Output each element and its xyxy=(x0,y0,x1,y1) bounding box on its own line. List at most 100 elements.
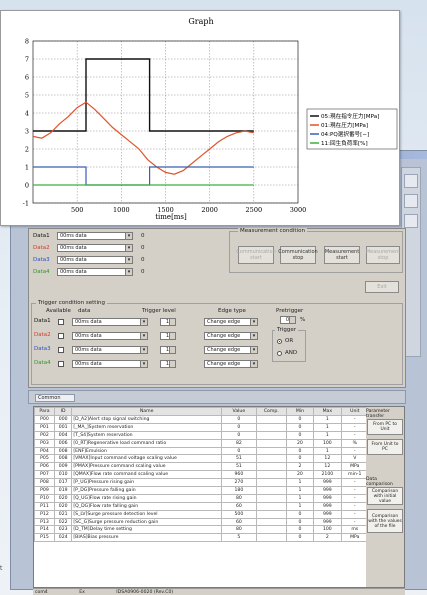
table-row[interactable]: P01 001 [_MA_]System reservation 0 0 1- xyxy=(34,422,370,432)
table-row[interactable]: P06 009 [PMAX]Pressure command scaling val… xyxy=(34,462,370,472)
table-row[interactable]: P04 008 [ENF]Emulsion 0 0 1- xyxy=(34,446,370,456)
trigger-available-checkbox[interactable] xyxy=(58,361,64,367)
table-cell[interactable]: 0 xyxy=(220,415,257,424)
table-row[interactable]: P10 020 [Q_UG]Flow rate rising gain 80 1 999- xyxy=(34,493,370,503)
compare-initial-button[interactable]: Comparison with initial value xyxy=(367,487,403,505)
toolbar-button-2[interactable] xyxy=(404,194,418,208)
table-row[interactable]: P05 008 [VMAX]Input command voltage scalin… xyxy=(34,454,370,464)
chevron-down-icon[interactable]: ▾ xyxy=(125,245,132,251)
table-cell: [S_LV]Surge pressure detection level xyxy=(71,509,222,519)
table-header-cell[interactable]: Max xyxy=(313,407,342,416)
monitor-row-number: 0 xyxy=(141,245,145,251)
chevron-down-icon[interactable]: ▾ xyxy=(125,233,132,239)
measurement-start-button[interactable]: Measurement start xyxy=(324,246,360,264)
trigger-data-select[interactable]: 00ms data ▾ xyxy=(72,332,148,340)
table-header-cell[interactable]: ID xyxy=(53,407,73,416)
chevron-down-icon[interactable]: ▾ xyxy=(125,257,132,263)
series-line-2 xyxy=(33,166,254,186)
table-row[interactable]: P08 017 [P_UG]Pressure rising gain 270 1 999- xyxy=(34,478,370,488)
edge-type-select[interactable]: Change edge ▾ xyxy=(204,360,258,368)
edge-type-select[interactable]: Change edge ▾ xyxy=(204,346,258,354)
table-cell[interactable]: 80 xyxy=(220,525,257,535)
table-header-cell[interactable]: Value xyxy=(220,407,257,416)
monitor-data-select[interactable]: 00ms data ▾ xyxy=(57,232,133,240)
monitor-data-select[interactable]: 00ms data ▾ xyxy=(57,244,133,252)
table-cell[interactable]: 60 xyxy=(220,517,257,527)
edge-type-select[interactable]: Change edge ▾ xyxy=(204,332,258,340)
trigger-available-checkbox[interactable] xyxy=(58,347,64,353)
graph-window[interactable]: Graph time[ms] -1 0 1 2 3 4 5 6 7 8 500 1000 1500 200… xyxy=(0,10,400,226)
pretrigger-spinner[interactable]: 0 xyxy=(280,316,296,324)
table-cell[interactable]: 82 xyxy=(220,438,257,448)
trigger-data-select[interactable]: 00ms data ▾ xyxy=(72,346,148,354)
monitor-row-label: Data3 xyxy=(33,257,50,263)
trigger-level-spinner[interactable]: 1 xyxy=(160,318,176,326)
trigger-data-select[interactable]: 00ms data ▾ xyxy=(72,318,148,326)
trigger-level-spinner[interactable]: 1 xyxy=(160,346,176,354)
table-row[interactable]: P11 020 [Q_DG]Flow rate falling gain 60 1 999… xyxy=(34,501,370,511)
trigger-data-select[interactable]: 00ms data ▾ xyxy=(72,360,148,368)
side-caption: t xyxy=(0,565,3,572)
table-cell: 010 xyxy=(53,470,73,480)
table-row[interactable]: P09 019 [P_DG]Pressure falling gain 180 1 999… xyxy=(34,486,370,495)
table-cell: 009 xyxy=(53,462,73,472)
exit-button[interactable]: Exit xyxy=(365,281,399,293)
compare-file-button[interactable]: Comparison with the values of the file xyxy=(367,509,403,533)
chevron-down-icon[interactable]: ▾ xyxy=(140,361,147,367)
chevron-down-icon[interactable]: ▾ xyxy=(250,333,257,339)
toolbar-button-1[interactable] xyxy=(404,174,418,188)
monitor-row-label: Data1 xyxy=(33,233,50,239)
pc-to-unit-button[interactable]: From PC to Unit xyxy=(367,419,403,435)
table-cell: [D_TM]Delay time setting xyxy=(71,525,222,535)
table-cell[interactable]: 60 xyxy=(220,501,257,511)
chevron-down-icon[interactable]: ▾ xyxy=(250,319,257,325)
table-header-cell[interactable]: Min xyxy=(285,407,315,416)
communication-start-button[interactable]: Communication start xyxy=(236,246,276,264)
table-cell[interactable]: 180 xyxy=(220,486,257,495)
monitor-data-select[interactable]: 00ms data ▾ xyxy=(57,268,133,276)
table-cell[interactable]: 51 xyxy=(220,454,257,464)
chevron-down-icon[interactable]: ▾ xyxy=(125,269,132,275)
table-header-cell[interactable]: Para xyxy=(34,407,55,416)
chevron-down-icon[interactable]: ▾ xyxy=(140,333,147,339)
table-row[interactable]: P13 022 [SC_G]Surge pressure reduction gai… xyxy=(34,517,370,527)
table-cell[interactable]: 5 xyxy=(220,533,257,543)
table-cell[interactable]: 500 xyxy=(220,509,257,519)
table-cell: P02 xyxy=(34,430,55,440)
table-row[interactable]: P00 000 [D_A2]Alert stop signal switching 0… xyxy=(34,415,370,424)
table-row[interactable]: P03 006 [0_RT]Regenerative load command ra… xyxy=(34,438,370,448)
chevron-down-icon[interactable]: ▾ xyxy=(250,361,257,367)
trigger-available-checkbox[interactable] xyxy=(58,319,64,325)
tab-common[interactable]: Common xyxy=(35,394,75,402)
table-header-cell[interactable]: Unit xyxy=(340,407,370,416)
trigger-level-spinner[interactable]: 1 xyxy=(160,360,176,368)
table-row[interactable]: P07 010 [QMAX]Flow rate command scaling va… xyxy=(34,470,370,480)
toolbar-button-3[interactable] xyxy=(404,214,418,228)
trigger-and-radio[interactable] xyxy=(277,351,282,356)
table-cell: 0 xyxy=(285,430,315,440)
table-row[interactable]: P12 021 [S_LV]Surge pressure detection lev… xyxy=(34,509,370,519)
trigger-level-spinner[interactable]: 1 xyxy=(160,332,176,340)
table-cell[interactable]: 960 xyxy=(220,470,257,480)
unit-to-pc-button[interactable]: From Unit to PC xyxy=(367,439,403,455)
table-header-cell[interactable]: Comp. xyxy=(255,407,287,416)
table-cell[interactable]: 0 xyxy=(220,422,257,432)
monitor-data-select[interactable]: 00ms data ▾ xyxy=(57,256,133,264)
edge-type-select[interactable]: Change edge ▾ xyxy=(204,318,258,326)
measurement-stop-button[interactable]: Measurement stop xyxy=(366,246,400,264)
chevron-down-icon[interactable]: ▾ xyxy=(140,319,147,325)
table-cell[interactable]: 51 xyxy=(220,462,257,472)
table-cell[interactable]: 270 xyxy=(220,478,257,488)
trigger-or-radio[interactable] xyxy=(277,339,282,344)
table-row[interactable]: P14 023 [D_TM]Delay time setting 80 0 100 ms xyxy=(34,525,370,535)
chevron-down-icon[interactable]: ▾ xyxy=(250,347,257,353)
trigger-available-checkbox[interactable] xyxy=(58,333,64,339)
table-cell[interactable]: 0 xyxy=(220,430,257,440)
table-row[interactable]: P02 004 [T_S4]System reservation 0 0 1- xyxy=(34,430,370,440)
table-header-cell[interactable]: Name xyxy=(71,407,222,416)
table-cell[interactable]: 80 xyxy=(220,493,257,503)
communication-stop-button[interactable]: Communication stop xyxy=(278,246,318,264)
table-row[interactable]: P15 024 [BIAS]Bias pressure 5 0 2 MPa xyxy=(34,533,370,543)
table-cell[interactable]: 0 xyxy=(220,446,257,456)
chevron-down-icon[interactable]: ▾ xyxy=(140,347,147,353)
